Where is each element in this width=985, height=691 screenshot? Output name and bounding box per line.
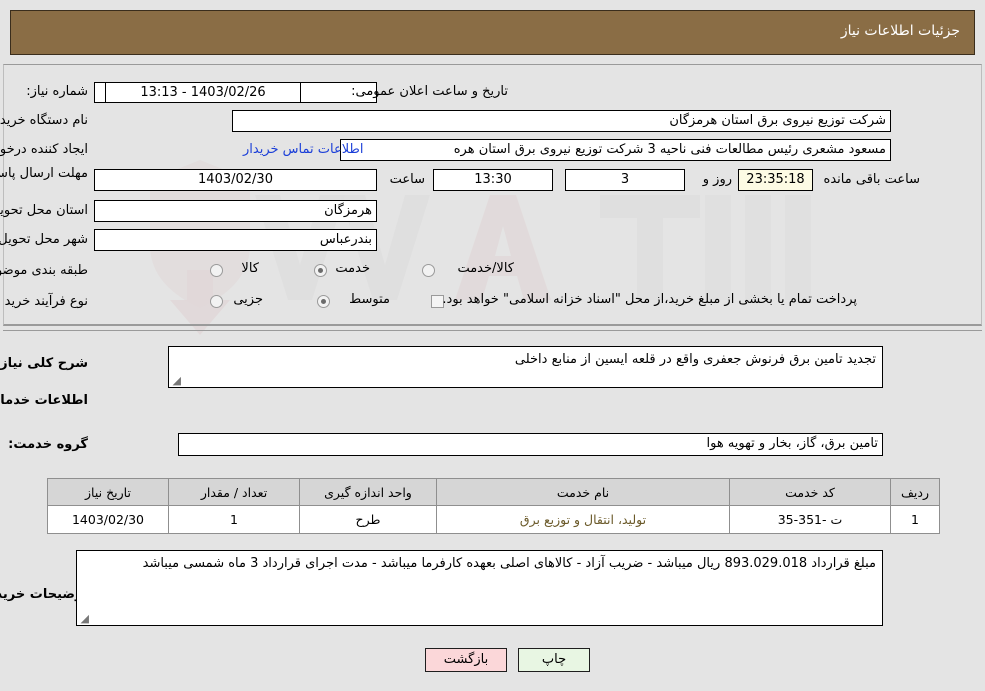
cell-row-number: 1 [890, 505, 940, 534]
response-deadline-label-line1: مهلت ارسال پاسخ: تا تاریخ: [0, 166, 88, 181]
remaining-hours-label: ساعت باقی مانده [823, 172, 920, 187]
buyer-org-value: شرکت توزیع نیروی برق استان هرمزگان [232, 110, 891, 132]
delivery-city-value: بندرعباس [94, 229, 377, 251]
cell-unit: طرح [299, 505, 437, 534]
request-creator-value: مسعود مشعری رئیس مطالعات فنی ناحیه 3 شرک… [340, 139, 891, 161]
countdown-timer: 23:35:18 [738, 169, 813, 191]
service-group-label: گروه خدمت: [8, 437, 88, 452]
need-number-label: شماره نیاز: [26, 84, 88, 99]
radio-kala[interactable] [210, 264, 223, 277]
buyer-notes-label: توضیحات خریدار: [0, 587, 88, 602]
radio-kala-khedmat-label: کالا/خدمت [457, 261, 514, 276]
response-deadline-hour-label: ساعت [389, 172, 425, 187]
header-bar: جزئیات اطلاعات نیاز [10, 10, 975, 55]
treasury-bond-checkbox-label: پرداخت تمام یا بخشی از مبلغ خرید،از محل … [442, 292, 857, 307]
remaining-days-label: روز و [702, 172, 732, 187]
announcement-datetime-label: تاریخ و ساعت اعلان عمومی: [351, 84, 508, 99]
th-service-name: نام خدمت [436, 478, 730, 506]
th-service-code: کد خدمت [729, 478, 891, 506]
buyer-contact-link[interactable]: اطلاعات تماس خریدار [243, 142, 363, 157]
delivery-city-label: شهر محل تحویل: [0, 232, 88, 247]
general-description-label: شرح کلی نیاز: [0, 356, 88, 371]
radio-jozii-label: جزیی [233, 292, 263, 307]
general-description-text: تجدید تامین برق فرنوش جعفری واقع در قلعه… [514, 352, 876, 367]
cell-quantity: 1 [168, 505, 300, 534]
print-button[interactable]: چاپ [518, 648, 590, 672]
buyer-notes-text: مبلغ قرارداد 893.029.018 ریال میباشد - ض… [142, 556, 876, 571]
page-title: جزئیات اطلاعات نیاز [840, 23, 960, 39]
buyer-org-label: نام دستگاه خریدار: [0, 113, 88, 128]
response-deadline-date: 1403/02/30 [94, 169, 377, 191]
th-row-number: ردیف [890, 478, 940, 506]
subject-classification-label: طبقه بندی موضوعی: [0, 263, 88, 278]
table-header-row: ردیف کد خدمت نام خدمت واحد اندازه گیری ت… [47, 478, 940, 506]
remaining-days-value: 3 [565, 169, 685, 191]
radio-jozii[interactable] [210, 295, 223, 308]
back-button[interactable]: بازگشت [425, 648, 507, 672]
th-quantity: تعداد / مقدار [168, 478, 300, 506]
request-creator-label: ایجاد کننده درخواست: [0, 142, 88, 157]
radio-motevaset[interactable] [317, 295, 330, 308]
service-group-value: تامین برق، گاز، بخار و تهویه هوا [178, 433, 883, 456]
purchase-process-type-label: نوع فرآیند خرید : [0, 294, 88, 309]
top-info-panel [3, 64, 982, 326]
cell-service-code: ت -351-35 [729, 505, 891, 534]
radio-kala-khedmat[interactable] [422, 264, 435, 277]
radio-khedmat-label: خدمت [335, 261, 370, 276]
th-need-date: تاریخ نیاز [47, 478, 169, 506]
services-info-heading: اطلاعات خدمات مورد نیاز [0, 393, 88, 408]
resize-grip-icon-notes[interactable]: ◢ [79, 613, 89, 624]
buyer-notes-textarea[interactable]: مبلغ قرارداد 893.029.018 ریال میباشد - ض… [76, 550, 883, 626]
announcement-datetime-value: 1403/02/26 - 13:13 [105, 82, 301, 103]
page-root: جزئیات اطلاعات نیاز شماره نیاز: 11030041… [0, 0, 985, 691]
table-row: 1 ت -351-35 تولید، انتقال و توزیع برق طر… [47, 505, 940, 534]
resize-grip-icon[interactable]: ◢ [171, 375, 181, 386]
delivery-province-value: هرمزگان [94, 200, 377, 222]
cell-need-date: 1403/02/30 [47, 505, 169, 534]
radio-khedmat[interactable] [314, 264, 327, 277]
response-deadline-time: 13:30 [433, 169, 553, 191]
cell-service-name: تولید، انتقال و توزیع برق [436, 505, 730, 534]
services-table: ردیف کد خدمت نام خدمت واحد اندازه گیری ت… [47, 478, 940, 534]
radio-kala-label: کالا [241, 261, 259, 276]
radio-motevaset-label: متوسط [349, 292, 390, 307]
general-description-textarea[interactable]: تجدید تامین برق فرنوش جعفری واقع در قلعه… [168, 346, 883, 388]
delivery-province-label: استان محل تحویل: [0, 203, 88, 218]
th-unit: واحد اندازه گیری [299, 478, 437, 506]
